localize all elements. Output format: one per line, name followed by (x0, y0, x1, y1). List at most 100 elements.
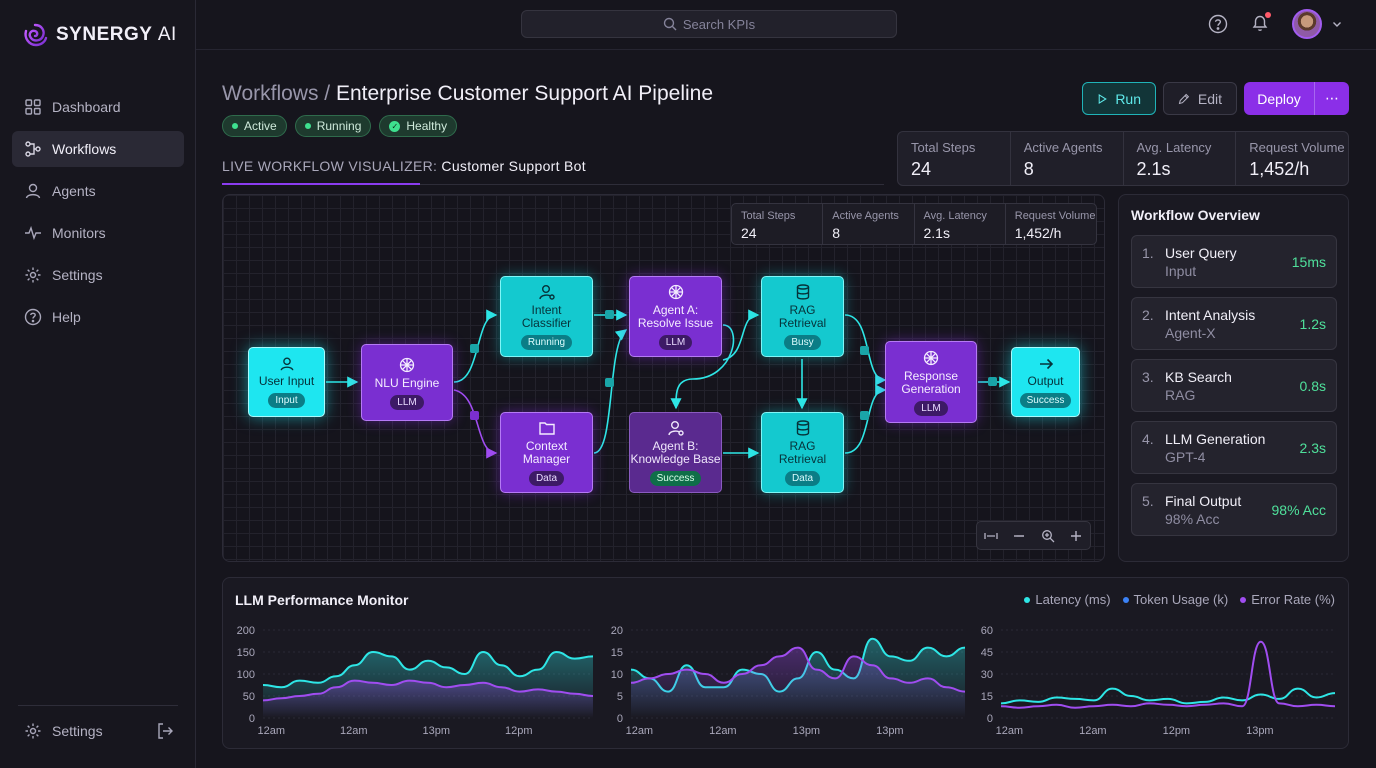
deploy-label: Deploy (1257, 90, 1301, 107)
node-title: Output (1027, 374, 1064, 388)
fit-width-icon[interactable] (984, 529, 998, 543)
mini-stat-avg-latency: Avg. Latency 2.1s (915, 204, 1006, 244)
node-nlu-engine[interactable]: NLU Engine LLM (361, 344, 453, 421)
deploy-button[interactable]: Deploy (1244, 82, 1314, 115)
footer-settings-label: Settings (52, 723, 103, 739)
logo[interactable]: SYNERGY AI (22, 22, 177, 48)
sidebar-item-settings[interactable]: Settings (12, 257, 184, 293)
x-tick-label: 12pm (1163, 725, 1191, 737)
node-tag: Data (784, 471, 821, 486)
node-output[interactable]: Output Success (1011, 347, 1080, 417)
help-icon[interactable] (1208, 14, 1228, 34)
sidebar-item-agents[interactable]: Agents (12, 173, 184, 209)
gear-icon (25, 267, 41, 283)
node-agent-b[interactable]: Agent B: Knowledge Base Success (629, 412, 722, 493)
breadcrumb-separator: / (318, 82, 336, 105)
user-gear-icon (667, 421, 684, 436)
overview-value: 98% Acc (1271, 502, 1326, 518)
play-icon (1098, 93, 1107, 104)
live-name: Customer Support Bot (441, 158, 586, 174)
sidebar-item-label: Agents (52, 183, 96, 199)
grid-icon (25, 99, 41, 115)
logout-icon[interactable] (156, 722, 174, 740)
node-title: Generation (901, 381, 961, 396)
check-icon: ✓ (389, 120, 401, 132)
spiral-logo-icon (24, 23, 48, 47)
stat-total-steps: Total Steps 24 (898, 132, 1011, 185)
pipeline-title: Enterprise Customer Support AI Pipeline (335, 82, 714, 105)
breadcrumb-workflows[interactable]: Workflows (222, 82, 318, 105)
overview-sub: Agent-X (1165, 325, 1216, 341)
folder-icon (538, 422, 555, 435)
stat-value: 2.1s (923, 225, 950, 241)
node-user-input[interactable]: User Input Input (248, 347, 325, 417)
overview-value: 0.8s (1299, 378, 1326, 394)
overview-value: 1.2s (1299, 316, 1326, 332)
overview-name: Final Output (1165, 493, 1242, 509)
y-tick-label: 30 (981, 669, 993, 681)
status-badge-active: Active (222, 115, 287, 137)
overview-title: Workflow Overview (1131, 207, 1260, 223)
node-tag: Success (649, 471, 702, 486)
node-agent-a[interactable]: Agent A: Resolve Issue LLM (629, 276, 722, 357)
overview-item-kb-search[interactable]: 3. KB Search RAG 0.8s (1131, 359, 1337, 412)
edit-label: Edit (1197, 90, 1222, 107)
overview-item-llm-generation[interactable]: 4. LLM Generation GPT-4 2.3s (1131, 421, 1337, 474)
x-tick-label: 12am (340, 725, 368, 737)
badge-label: Active (244, 119, 277, 133)
overview-name: KB Search (1165, 369, 1232, 385)
overview-name: LLM Generation (1165, 431, 1266, 447)
badge-label: Healthy (406, 119, 448, 133)
x-tick-label: 12am (626, 725, 654, 737)
node-rag-retrieval-2[interactable]: RAG Retrieval Data (761, 412, 844, 493)
node-intent-classifier[interactable]: Intent Classifier Running (500, 276, 593, 357)
stat-value: 2.1s (1136, 159, 1171, 179)
node-rag-retrieval-1[interactable]: RAG Retrieval Busy (761, 276, 844, 357)
y-tick-label: 200 (237, 625, 255, 637)
footer-settings-button[interactable]: Settings (24, 722, 103, 740)
sidebar-nav: Dashboard Workflows Agents Monitors Sett… (12, 89, 184, 341)
run-label: Run (1115, 90, 1141, 107)
user-icon (25, 183, 41, 199)
overview-value: 2.3s (1299, 440, 1326, 456)
more-options-button[interactable]: ⋯ (1314, 82, 1349, 115)
pencil-icon (1178, 93, 1190, 104)
edge-agentA-to-rag1 (722, 309, 760, 361)
brand-name: SYNERGY AI (56, 24, 177, 45)
zoom-controls (976, 521, 1091, 550)
top-icons (1208, 9, 1342, 39)
live-visualizer-tab[interactable]: LIVE WORKFLOW VISUALIZER: Customer Suppo… (222, 158, 586, 174)
node-context-manager[interactable]: Context Manager Data (500, 412, 593, 493)
overview-item-intent-analysis[interactable]: 2. Intent Analysis Agent-X 1.2s (1131, 297, 1337, 350)
user-gear-icon (538, 285, 555, 300)
stat-label: Avg. Latency (1136, 140, 1212, 155)
search-input[interactable]: Search KPIs (521, 10, 897, 38)
performance-charts: 05010015020012am 12am 13pm 12pm0510152012am… (237, 625, 1336, 737)
notifications-button[interactable] (1250, 11, 1271, 36)
x-tick-label: 12am (1079, 725, 1107, 737)
x-tick-label: 13pm (422, 725, 450, 737)
user-menu[interactable] (1292, 9, 1342, 39)
edge-check-badge (605, 378, 614, 387)
pulse-icon (25, 225, 41, 241)
workflow-canvas[interactable]: Total Steps 24 Active Agents 8 Avg. Latenc… (222, 194, 1105, 562)
sidebar-item-help[interactable]: Help (12, 299, 184, 335)
zoom-search-icon[interactable] (1041, 529, 1055, 543)
zoom-in-icon[interactable] (1069, 529, 1083, 543)
run-button[interactable]: Run (1082, 82, 1156, 115)
x-tick-label: 13pm (1246, 725, 1274, 737)
sidebar-item-monitors[interactable]: Monitors (12, 215, 184, 251)
sidebar-item-workflows[interactable]: Workflows (12, 131, 184, 167)
edit-button[interactable]: Edit (1163, 82, 1237, 115)
mini-stat-total-steps: Total Steps 24 (732, 204, 824, 244)
user-icon (280, 357, 293, 371)
zoom-out-icon[interactable] (1012, 529, 1026, 543)
overview-item-user-query[interactable]: 1. User Query Input 15ms (1131, 235, 1337, 288)
x-tick-label: 13pm (876, 725, 904, 737)
node-response-generation[interactable]: Response Generation LLM (885, 341, 977, 423)
overview-sub: RAG (1165, 387, 1196, 403)
overview-item-final-output[interactable]: 5. Final Output 98% Acc 98% Acc (1131, 483, 1337, 536)
sidebar-item-dashboard[interactable]: Dashboard (12, 89, 184, 125)
node-title: NLU Engine (374, 375, 440, 390)
stat-label: Active Agents (832, 210, 899, 222)
